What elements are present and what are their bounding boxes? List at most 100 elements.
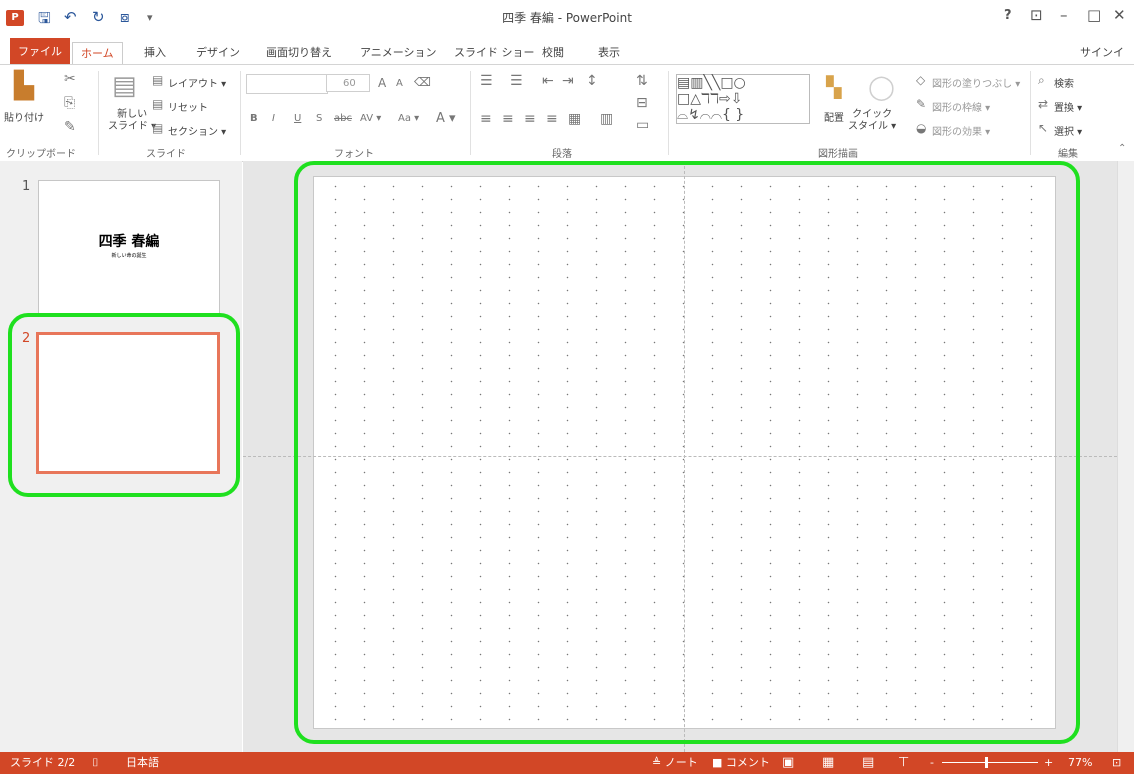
quick-styles-button[interactable]: クイック スタイル ▾: [848, 109, 896, 133]
close-button[interactable]: ✕: [1113, 6, 1126, 24]
help-button[interactable]: ?: [1004, 8, 1012, 23]
clear-format-icon[interactable]: ⌫: [414, 75, 431, 89]
distributed-icon[interactable]: ▦: [568, 111, 581, 127]
layout-icon[interactable]: ▤: [152, 73, 163, 87]
change-case-button[interactable]: Aa ▾: [398, 113, 419, 124]
comments-button[interactable]: ■ コメント: [712, 752, 770, 774]
zoom-level[interactable]: 77%: [1068, 752, 1092, 774]
decrease-indent-icon[interactable]: ⇤: [542, 73, 554, 89]
select-icon[interactable]: ↖: [1038, 121, 1048, 135]
layout-button[interactable]: レイアウト ▾: [168, 75, 226, 90]
language-indicator[interactable]: 日本語: [126, 752, 159, 774]
shrink-font-button[interactable]: A: [396, 78, 403, 89]
arrange-icon[interactable]: ▚: [826, 75, 841, 99]
section-button[interactable]: セクション ▾: [168, 123, 226, 138]
zoom-out-button[interactable]: -: [930, 752, 934, 774]
title-bar: P 🖫 ↶ ↻ ⧇ ▾ 四季 春編 - PowerPoint ? ⊡ – □ ✕: [0, 0, 1134, 38]
slide-thumbnail-1[interactable]: 四季 春編 新しい命の誕生: [38, 180, 220, 316]
vertical-scrollbar[interactable]: [1117, 161, 1134, 752]
font-color-button[interactable]: A ▾: [436, 111, 456, 126]
align-right-icon[interactable]: ≡: [524, 111, 536, 127]
slide-sorter-icon[interactable]: ▦: [822, 752, 834, 774]
shape-fill-button[interactable]: 図形の塗りつぶし ▾: [932, 75, 1020, 90]
strikethrough-button[interactable]: abc: [334, 113, 352, 124]
window-title: 四季 春編 - PowerPoint: [502, 11, 632, 25]
maximize-button[interactable]: □: [1087, 6, 1101, 24]
paste-icon[interactable]: ▙: [14, 71, 34, 101]
replace-button[interactable]: 置換 ▾: [1054, 99, 1082, 114]
align-left-icon[interactable]: ≡: [480, 111, 492, 127]
justify-icon[interactable]: ≡: [546, 111, 558, 127]
shape-effects-button[interactable]: 図形の効果 ▾: [932, 123, 990, 138]
smartart-icon[interactable]: ▭: [636, 117, 649, 133]
arrange-button[interactable]: 配置: [824, 109, 844, 124]
ribbon-tabs: ファイル ホーム 挿入 デザイン 画面切り替え アニメーション スライド ショー…: [0, 38, 1134, 80]
zoom-slider-thumb[interactable]: [985, 757, 988, 768]
char-spacing-button[interactable]: AV ▾: [360, 113, 381, 124]
tab-transitions[interactable]: 画面切り替え: [258, 42, 340, 65]
italic-button[interactable]: I: [272, 113, 275, 124]
new-slide-icon[interactable]: ▤: [112, 71, 137, 101]
paragraph-group-label: 段落: [552, 149, 572, 160]
tab-file[interactable]: ファイル: [10, 38, 70, 65]
editing-group-label: 編集: [1058, 149, 1078, 160]
tab-slideshow[interactable]: スライド ショー: [446, 42, 543, 65]
grow-font-button[interactable]: A: [378, 76, 386, 90]
thumbnail-highlight-outline: [8, 313, 240, 497]
ribbon-display-options-icon[interactable]: ⊡: [1030, 6, 1043, 24]
shape-effects-icon[interactable]: ◒: [916, 121, 926, 135]
paste-button-label[interactable]: 貼り付け: [4, 109, 44, 124]
line-spacing-icon[interactable]: ↕: [586, 73, 598, 89]
zoom-in-button[interactable]: +: [1044, 752, 1053, 774]
collapse-ribbon-icon[interactable]: ⌃: [1118, 143, 1126, 154]
slideshow-view-icon[interactable]: ⊤: [898, 752, 909, 774]
columns-icon[interactable]: ▥: [600, 111, 613, 127]
group-separator: [1030, 71, 1031, 155]
notes-button[interactable]: ≜ ノート: [652, 752, 698, 774]
align-center-icon[interactable]: ≡: [502, 111, 514, 127]
tab-home[interactable]: ホーム: [72, 42, 123, 66]
format-painter-icon[interactable]: ✎: [64, 119, 76, 135]
cut-icon[interactable]: ✂: [64, 71, 76, 87]
quick-styles-icon[interactable]: ◯: [868, 73, 895, 101]
reset-button[interactable]: リセット: [168, 99, 208, 114]
align-text-icon[interactable]: ⊟: [636, 95, 648, 111]
signin-link[interactable]: サインイン: [1080, 42, 1134, 80]
select-button[interactable]: 選択 ▾: [1054, 123, 1082, 138]
shape-outline-icon[interactable]: ✎: [916, 97, 926, 111]
tab-design[interactable]: デザイン: [188, 42, 248, 65]
increase-indent-icon[interactable]: ⇥: [562, 73, 574, 89]
ribbon: ▙ 貼り付け ✂ ⎘ ✎ クリップボード ▤ 新しい スライド ▾ ▤ レイアウ…: [0, 64, 1134, 162]
font-size-input[interactable]: 60: [326, 74, 370, 92]
copy-icon[interactable]: ⎘: [64, 95, 75, 111]
underline-button[interactable]: U: [294, 113, 301, 124]
slide-number: 1: [22, 179, 31, 194]
minimize-button[interactable]: –: [1060, 6, 1068, 24]
reset-icon[interactable]: ▤: [152, 97, 163, 111]
shape-outline-button[interactable]: 図形の枠線 ▾: [932, 99, 990, 114]
numbering-icon[interactable]: ☰: [510, 73, 523, 89]
spelling-icon[interactable]: ⌷: [92, 752, 99, 774]
slide-highlight-outline: [294, 161, 1080, 744]
shape-fill-icon[interactable]: ◇: [916, 73, 925, 87]
tab-insert[interactable]: 挿入: [136, 42, 174, 65]
replace-icon[interactable]: ⇄: [1038, 97, 1048, 111]
slide-counter: スライド 2/2: [10, 756, 76, 769]
tab-animations[interactable]: アニメーション: [352, 42, 445, 65]
tab-view[interactable]: 表示: [590, 42, 628, 65]
fit-to-window-icon[interactable]: ⊡: [1112, 752, 1121, 774]
shadow-button[interactable]: S: [316, 113, 322, 124]
bullets-icon[interactable]: ☰: [480, 73, 493, 89]
new-slide-button-label[interactable]: 新しい スライド ▾: [108, 109, 156, 133]
reading-view-icon[interactable]: ▤: [862, 752, 874, 774]
find-icon[interactable]: ⌕: [1038, 73, 1045, 88]
bold-button[interactable]: B: [250, 113, 258, 124]
zoom-slider-track[interactable]: [942, 762, 1038, 763]
find-button[interactable]: 検索: [1054, 75, 1074, 90]
text-direction-icon[interactable]: ⇅: [636, 73, 648, 89]
shapes-gallery[interactable]: ▤▥╲╲□○ □△ℸℸ⇨⇩ ⌓↯⌒⌒{ }: [676, 74, 810, 124]
font-name-input[interactable]: [246, 74, 328, 94]
tab-review[interactable]: 校閲: [534, 42, 572, 65]
normal-view-icon[interactable]: ▣: [782, 752, 794, 774]
section-icon[interactable]: ▤: [152, 121, 163, 135]
